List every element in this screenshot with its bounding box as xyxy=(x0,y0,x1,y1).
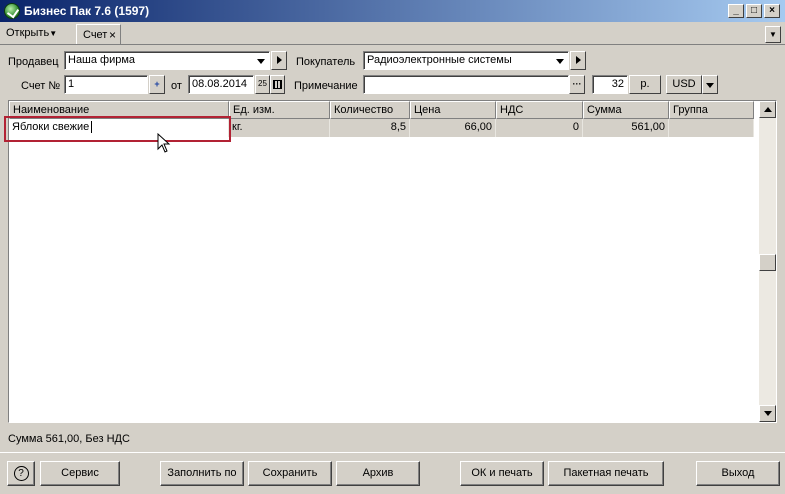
save-button[interactable]: Сохранить xyxy=(248,461,332,486)
chevron-down-icon: ▼ xyxy=(49,29,58,38)
divider xyxy=(0,44,785,45)
grid-icon xyxy=(273,80,282,89)
tab-invoice-label: Счет xyxy=(83,29,108,41)
invoice-number-label: Счет № xyxy=(21,80,61,92)
seller-label: Продавец xyxy=(8,56,59,68)
app-logo-icon xyxy=(4,3,20,19)
batch-print-button[interactable]: Пакетная печать xyxy=(548,461,664,486)
note-label: Примечание xyxy=(294,80,358,92)
bottom-toolbar: ? Сервис Заполнить по Сохранить Архив ОК… xyxy=(0,452,785,494)
tabs-dropdown-button[interactable]: ▼ xyxy=(765,26,781,43)
arrow-down-icon xyxy=(764,411,772,416)
cell-qty[interactable]: 8,5 xyxy=(330,119,410,137)
date-field[interactable]: 08.08.2014 xyxy=(188,75,254,94)
column-header-vat[interactable]: НДС xyxy=(496,101,583,119)
column-header-qty[interactable]: Количество xyxy=(330,101,410,119)
date-value: 08.08.2014 xyxy=(192,78,248,90)
app-window: Бизнес Пак 7.6 (1597) _ □ × Открыть▼ Сче… xyxy=(0,0,785,494)
cell-price[interactable]: 66,00 xyxy=(410,119,496,137)
column-header-sum[interactable]: Сумма xyxy=(583,101,669,119)
column-header-price[interactable]: Цена xyxy=(410,101,496,119)
help-icon: ? xyxy=(13,466,29,481)
cell-sum[interactable]: 561,00 xyxy=(583,119,669,137)
window-title: Бизнес Пак 7.6 (1597) xyxy=(24,4,150,18)
maximize-button[interactable]: □ xyxy=(746,4,762,18)
column-header-group[interactable]: Группа xyxy=(669,101,754,119)
open-menu-label: Открыть xyxy=(6,27,50,39)
note-browse-button[interactable]: ··· xyxy=(569,75,585,94)
plus-arrow-icon: + xyxy=(154,79,160,89)
mouse-pointer-icon xyxy=(157,133,171,153)
calendar-button[interactable]: 25 xyxy=(255,75,270,94)
column-header-unit[interactable]: Ед. изм. xyxy=(229,101,330,119)
status-text: Сумма 561,00, Без НДС xyxy=(8,433,130,445)
help-button[interactable]: ? xyxy=(7,461,35,486)
close-button[interactable]: × xyxy=(764,4,780,18)
selection-highlight-box xyxy=(4,116,231,142)
date-from-label: от xyxy=(171,80,182,92)
buyer-value: Радиоэлектронные системы xyxy=(367,54,512,66)
dropdown-arrow-icon xyxy=(556,59,564,64)
buyer-open-button[interactable] xyxy=(570,51,586,70)
chevron-down-icon xyxy=(706,83,714,88)
buyer-select[interactable]: Радиоэлектронные системы xyxy=(363,51,569,70)
scroll-up-button[interactable] xyxy=(759,101,776,118)
cell-unit[interactable]: кг. xyxy=(229,119,330,137)
seller-open-button[interactable] xyxy=(271,51,287,70)
open-menu[interactable]: Открыть▼ xyxy=(6,27,57,39)
invoice-number-field[interactable]: 1 xyxy=(64,75,148,94)
note-field[interactable] xyxy=(363,75,569,94)
scroll-thumb[interactable] xyxy=(759,254,776,271)
vertical-scrollbar[interactable] xyxy=(759,101,776,422)
scroll-down-button[interactable] xyxy=(759,405,776,422)
archive-button[interactable]: Архив xyxy=(336,461,420,486)
arrow-right-icon xyxy=(276,56,282,65)
rate-field[interactable]: 32 xyxy=(592,75,628,94)
arrow-right-icon xyxy=(575,56,581,65)
currency-dropdown-button[interactable] xyxy=(702,75,718,94)
cell-vat[interactable]: 0 xyxy=(496,119,583,137)
tab-invoice[interactable]: Счет × xyxy=(76,24,121,45)
tab-strip: Открыть▼ Счет × ▼ xyxy=(0,23,785,45)
currency-value: USD xyxy=(672,78,696,90)
fill-by-button[interactable]: Заполнить по xyxy=(160,461,244,486)
arrow-up-icon xyxy=(764,107,772,112)
invoice-number-value: 1 xyxy=(68,78,75,90)
close-tab-icon[interactable]: × xyxy=(109,28,116,42)
increment-number-button[interactable]: + xyxy=(149,75,165,94)
service-button[interactable]: Сервис xyxy=(40,461,120,486)
minimize-button[interactable]: _ xyxy=(728,4,744,18)
ok-print-button[interactable]: ОК и печать xyxy=(460,461,544,486)
cell-group[interactable] xyxy=(669,119,754,137)
items-grid: Наименование Ед. изм. Количество Цена НД… xyxy=(8,100,777,423)
calendar-grid-icon[interactable] xyxy=(270,75,285,94)
title-bar: Бизнес Пак 7.6 (1597) _ □ × xyxy=(0,0,785,22)
exit-button[interactable]: Выход xyxy=(696,461,780,486)
dropdown-arrow-icon xyxy=(257,59,265,64)
rate-value: 32 xyxy=(611,78,624,90)
buyer-label: Покупатель xyxy=(296,56,356,68)
seller-value: Наша фирма xyxy=(68,54,136,66)
seller-select[interactable]: Наша фирма xyxy=(64,51,270,70)
rate-unit-label: р. xyxy=(629,75,661,94)
currency-select[interactable]: USD xyxy=(666,75,702,94)
